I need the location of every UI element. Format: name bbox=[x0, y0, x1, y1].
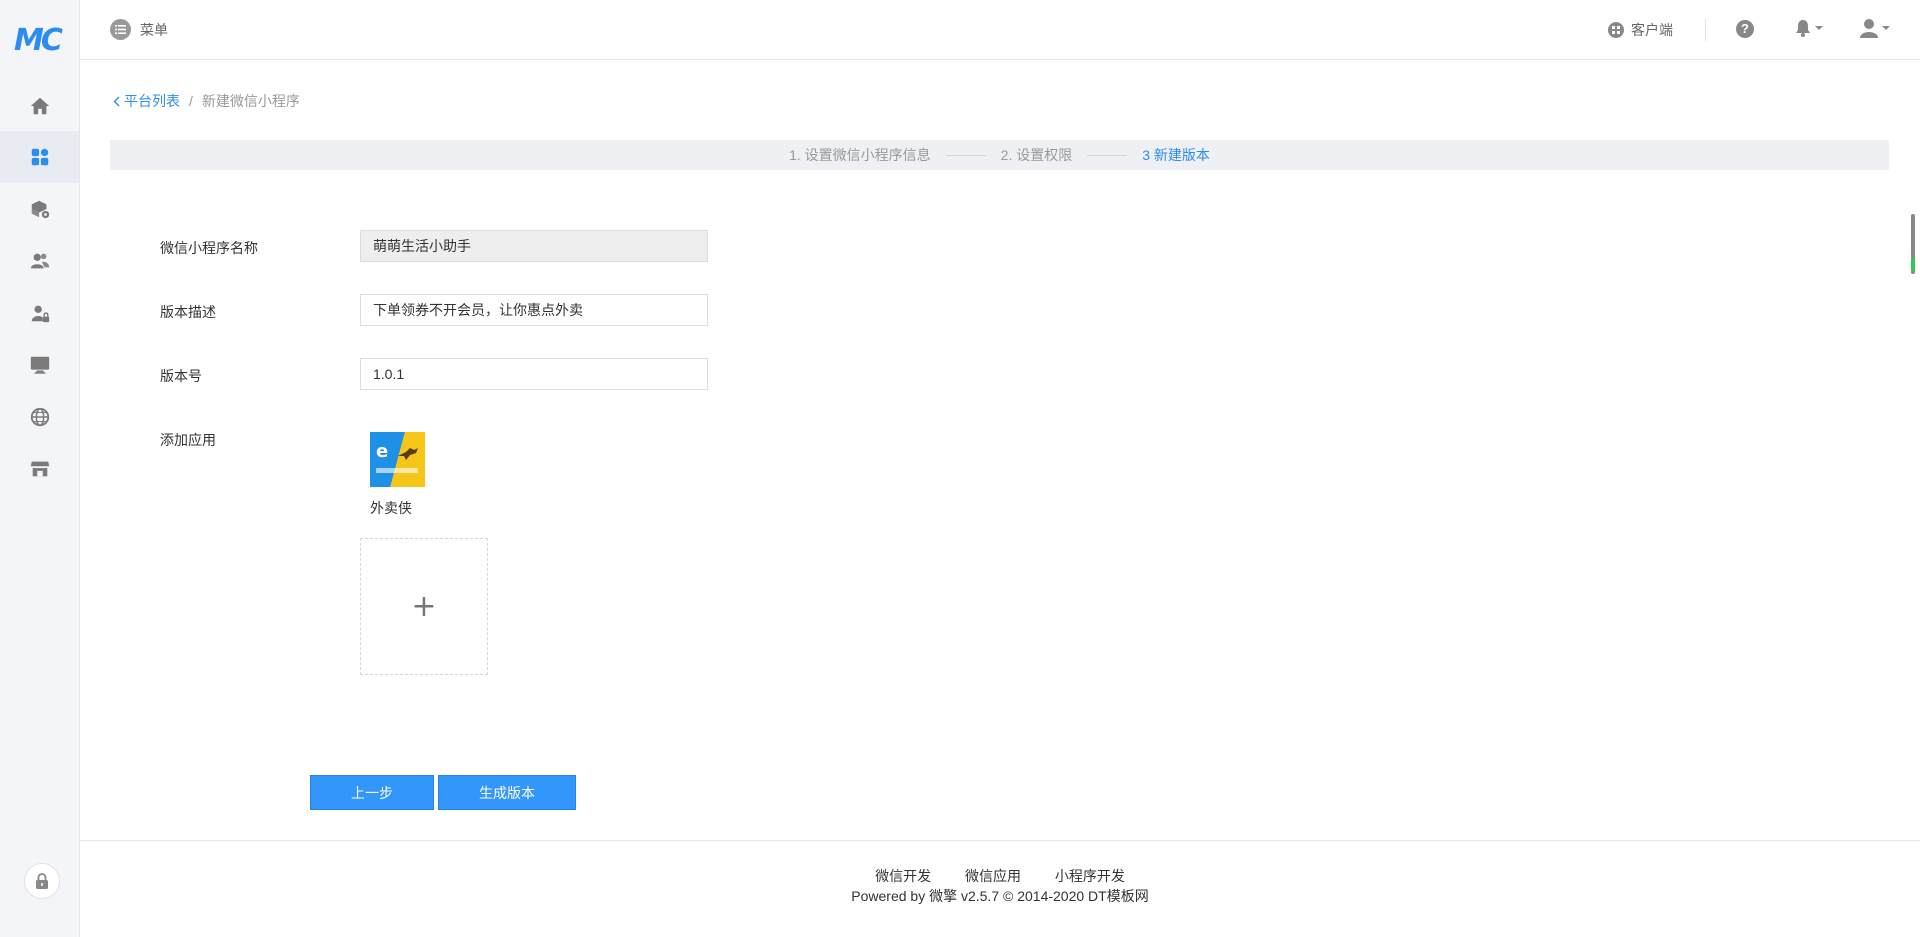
step-connector bbox=[1087, 154, 1128, 156]
add-app-label: 添加应用 bbox=[160, 432, 216, 448]
sidebar-item-permissions[interactable] bbox=[0, 287, 79, 339]
step-3: 3 新建版本 bbox=[1142, 147, 1210, 163]
avatar-icon bbox=[1860, 19, 1878, 38]
monitor-icon bbox=[30, 356, 49, 374]
description-field[interactable] bbox=[360, 294, 708, 326]
steps-bar: 1. 设置微信小程序信息 2. 设置权限 3 新建版本 bbox=[110, 140, 1889, 170]
name-label: 微信小程序名称 bbox=[160, 240, 258, 256]
sidebar-item-home[interactable] bbox=[0, 80, 79, 132]
header-divider bbox=[1705, 19, 1706, 41]
help-icon[interactable]: ? bbox=[1736, 20, 1754, 38]
app-name: 外卖侠 bbox=[370, 500, 412, 516]
notifications-button[interactable] bbox=[1795, 19, 1823, 37]
desc-label: 版本描述 bbox=[160, 304, 216, 320]
app-logo-e-icon: e bbox=[376, 441, 389, 462]
app-mascot-icon bbox=[398, 448, 418, 460]
add-app-button[interactable]: + bbox=[360, 538, 488, 675]
version-label: 版本号 bbox=[160, 368, 202, 384]
lock-icon bbox=[36, 873, 48, 889]
step-1: 1. 设置微信小程序信息 bbox=[789, 147, 931, 163]
app-thumbnail[interactable]: e bbox=[370, 432, 425, 487]
footer-links: 微信开发 微信应用 小程序开发 bbox=[80, 866, 1920, 886]
top-header: 菜单 客户端 ? bbox=[80, 0, 1920, 60]
step-2: 2. 设置权限 bbox=[1000, 147, 1073, 163]
box-settings-icon bbox=[31, 200, 49, 219]
chevron-left-icon bbox=[113, 96, 120, 106]
chevron-down-icon bbox=[1815, 26, 1823, 30]
menu-label: 菜单 bbox=[140, 21, 168, 38]
generate-version-button[interactable]: 生成版本 bbox=[438, 775, 576, 810]
footer-link-wechat-apps[interactable]: 微信应用 bbox=[965, 868, 1021, 884]
sidebar-item-modules[interactable] bbox=[0, 183, 79, 235]
sidebar-item-sites[interactable] bbox=[0, 391, 79, 443]
globe-icon bbox=[30, 407, 49, 427]
sidebar-item-system[interactable] bbox=[0, 339, 79, 391]
menu-list-icon bbox=[110, 19, 131, 40]
client-button[interactable]: 客户端 bbox=[1608, 20, 1673, 40]
user-lock-icon bbox=[31, 305, 49, 323]
prev-step-button[interactable]: 上一步 bbox=[310, 775, 434, 810]
sidebar: MC bbox=[0, 0, 80, 937]
footer-divider bbox=[80, 840, 1920, 841]
app-banner-strip bbox=[376, 468, 418, 473]
footer-link-miniprogram-dev[interactable]: 小程序开发 bbox=[1055, 868, 1125, 884]
breadcrumb-back-label: 平台列表 bbox=[124, 93, 180, 109]
client-grid-icon bbox=[1608, 22, 1624, 38]
sidebar-item-users[interactable] bbox=[0, 235, 79, 287]
users-icon bbox=[30, 253, 49, 269]
step-connector bbox=[945, 154, 986, 156]
plus-icon: + bbox=[411, 589, 437, 624]
brand-logo[interactable]: MC bbox=[14, 26, 66, 56]
breadcrumb-current: 新建微信小程序 bbox=[201, 93, 300, 109]
name-field bbox=[360, 230, 708, 262]
version-field[interactable] bbox=[360, 358, 708, 390]
sidebar-item-apps[interactable] bbox=[0, 131, 79, 183]
footer-link-wechat-dev[interactable]: 微信开发 bbox=[875, 868, 931, 884]
scrollbar-indicator bbox=[1911, 258, 1915, 272]
home-icon bbox=[30, 97, 49, 115]
menu-button[interactable]: 菜单 bbox=[110, 19, 168, 40]
sidebar-item-store[interactable] bbox=[0, 443, 79, 495]
store-icon bbox=[30, 461, 49, 477]
breadcrumb-back-link[interactable]: 平台列表 bbox=[113, 91, 180, 111]
breadcrumb: 平台列表 / 新建微信小程序 bbox=[113, 91, 300, 111]
user-menu-button[interactable] bbox=[1860, 18, 1890, 38]
footer-copyright: Powered by 微擎 v2.5.7 © 2014-2020 DT模板网 bbox=[851, 888, 1149, 904]
breadcrumb-separator: / bbox=[189, 93, 193, 109]
bell-icon bbox=[1796, 20, 1810, 37]
lock-screen-button[interactable] bbox=[24, 863, 60, 899]
client-label: 客户端 bbox=[1631, 22, 1673, 38]
chevron-down-icon bbox=[1882, 26, 1890, 30]
apps-icon bbox=[31, 148, 48, 166]
